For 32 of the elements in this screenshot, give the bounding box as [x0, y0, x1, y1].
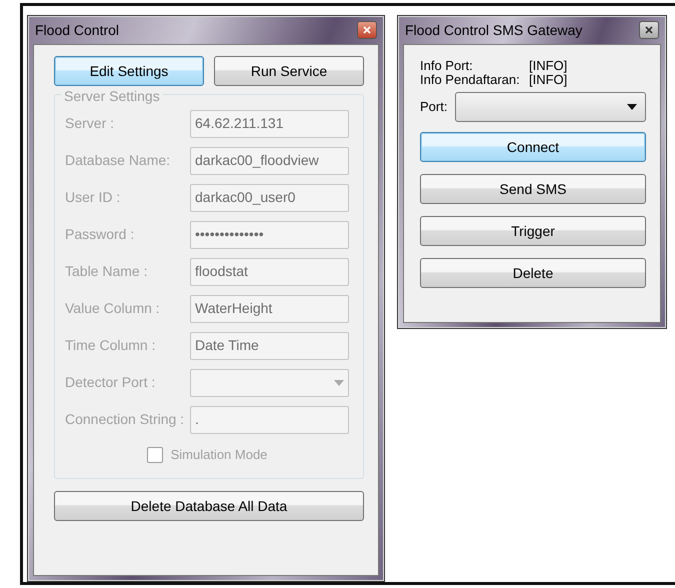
field-label: Server :: [65, 114, 116, 133]
info-value: [INFO]: [529, 73, 568, 87]
field-label: Detector Port :: [65, 373, 156, 392]
close-icon: [645, 26, 653, 34]
close-button[interactable]: [639, 21, 659, 39]
window-title: Flood Control SMS Gateway: [405, 20, 582, 40]
dropdown-field[interactable]: [190, 368, 349, 396]
field-label: Password :: [65, 225, 136, 244]
action-button[interactable]: Trigger: [420, 216, 646, 246]
close-icon: [363, 26, 371, 34]
port-label: Port:: [420, 98, 448, 116]
toolbar-button[interactable]: Run Service: [214, 56, 364, 86]
action-button[interactable]: Delete: [420, 258, 646, 288]
field-label: User ID :: [65, 188, 122, 207]
field-label: Time Column :: [65, 336, 157, 355]
field-label: Connection String :: [65, 410, 186, 429]
action-button[interactable]: Connect: [420, 132, 646, 162]
info-label: Info Port:: [420, 59, 474, 73]
field-label: Table Name :: [65, 262, 148, 281]
action-button[interactable]: Send SMS: [420, 174, 646, 204]
close-button[interactable]: [357, 21, 377, 39]
checkbox-label: Simulation Mode: [170, 446, 268, 464]
dropdown-arrow-icon: [334, 380, 344, 386]
info-value: [INFO]: [529, 59, 568, 73]
toolbar-button[interactable]: Edit Settings: [54, 56, 204, 86]
delete-button[interactable]: Delete Database All Data: [54, 491, 364, 521]
dropdown-arrow-icon: [627, 104, 637, 110]
info-label: Info Pendaftaran:: [420, 73, 521, 87]
field-label: Value Column :: [65, 299, 161, 318]
field-label: Database Name:: [65, 151, 172, 170]
port-dropdown[interactable]: [455, 92, 646, 122]
window-title: Flood Control: [35, 20, 120, 40]
